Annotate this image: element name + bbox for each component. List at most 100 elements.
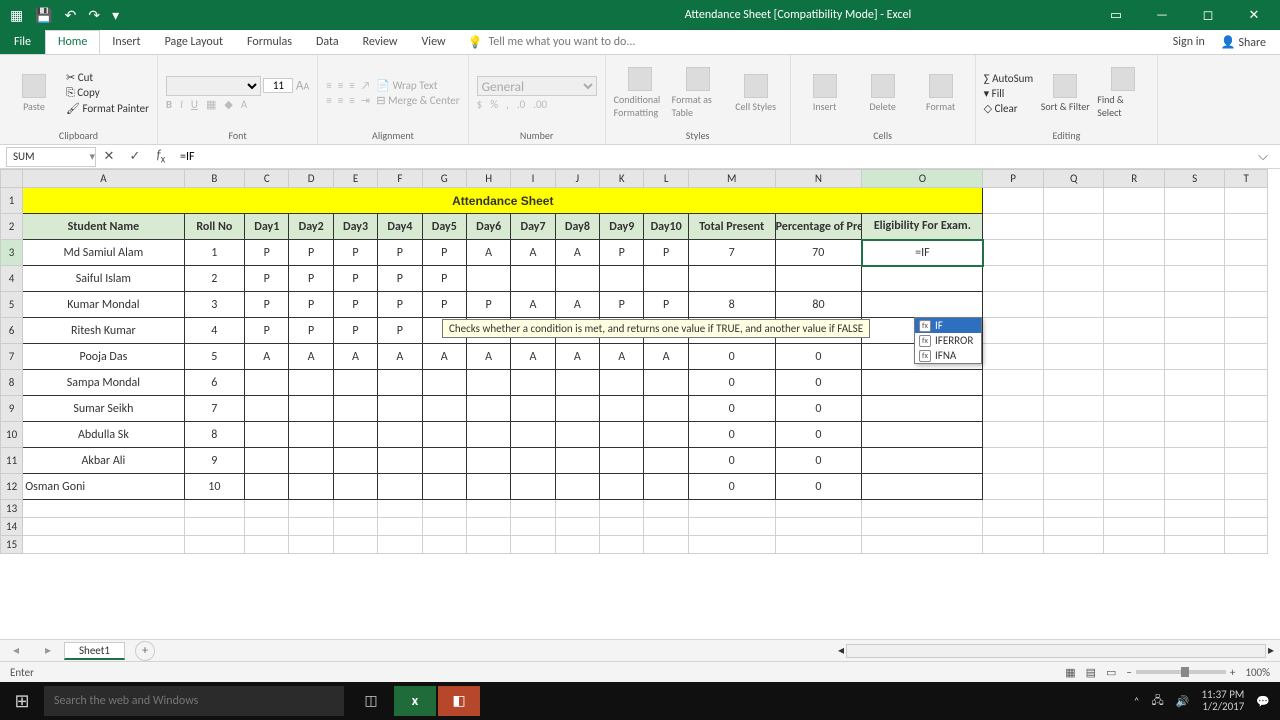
cell[interactable] [555, 266, 599, 292]
cell[interactable]: P [289, 318, 333, 344]
cell[interactable] [644, 422, 688, 448]
border-button[interactable]: ▦ [206, 98, 216, 111]
cell[interactable]: 8 [184, 422, 245, 448]
col-header-J[interactable]: J [555, 170, 599, 188]
cell[interactable] [378, 370, 422, 396]
cell[interactable] [644, 266, 688, 292]
cell[interactable] [466, 396, 510, 422]
font-size-input[interactable] [263, 78, 293, 93]
cell[interactable] [555, 448, 599, 474]
col-header-D[interactable]: D [289, 170, 333, 188]
comma-icon[interactable]: , [506, 98, 509, 111]
autosum-button[interactable]: ∑ AutoSum [984, 72, 1034, 85]
cell[interactable]: Pooja Das [23, 344, 184, 370]
table-header-cell[interactable]: Total Present [688, 214, 775, 240]
table-header-cell[interactable]: Percentage of Present [775, 214, 862, 240]
row-header-2[interactable]: 2 [1, 214, 23, 240]
cell[interactable]: P [245, 292, 289, 318]
cell[interactable]: P [289, 292, 333, 318]
row-header-1[interactable]: 1 [1, 188, 23, 214]
cell[interactable]: A [511, 240, 555, 266]
cell[interactable]: P [422, 240, 466, 266]
row-header-4[interactable]: 4 [1, 266, 23, 292]
cell[interactable]: 0 [775, 422, 862, 448]
cell[interactable]: A [466, 240, 510, 266]
view-normal-icon[interactable]: ▦ [1065, 666, 1075, 679]
cell[interactable]: 8 [688, 292, 775, 318]
cell[interactable] [422, 396, 466, 422]
format-as-table-button[interactable]: Format as Table [672, 67, 724, 119]
row-header-10[interactable]: 10 [1, 422, 23, 448]
table-header-cell[interactable]: Day10 [644, 214, 688, 240]
cell[interactable] [775, 266, 862, 292]
share-button[interactable]: 👤 Share [1221, 35, 1266, 50]
cell[interactable]: P [333, 266, 377, 292]
cell[interactable]: 10 [184, 474, 245, 500]
cell[interactable] [600, 396, 644, 422]
qat-undo-icon[interactable]: ↶ [65, 7, 77, 24]
suggest-item-IFNA[interactable]: fxIFNA [915, 348, 981, 363]
ribbon-display-icon[interactable]: ▭ [1096, 8, 1136, 23]
taskbar-excel-icon[interactable]: x [394, 686, 436, 716]
cell[interactable]: P [245, 240, 289, 266]
fill-color-button[interactable]: ◆ [224, 98, 232, 111]
cell[interactable]: P [644, 240, 688, 266]
font-color-button[interactable]: A [241, 98, 247, 111]
cell[interactable]: P [289, 240, 333, 266]
cell[interactable] [862, 266, 983, 292]
cell[interactable]: Sampa Mondal [23, 370, 184, 396]
cell[interactable]: P [333, 318, 377, 344]
cell[interactable] [555, 422, 599, 448]
new-sheet-button[interactable]: + [135, 641, 155, 661]
cell[interactable]: 0 [775, 474, 862, 500]
table-header-cell[interactable]: Day9 [600, 214, 644, 240]
cell-styles-button[interactable]: Cell Styles [730, 74, 782, 113]
suggest-item-IF[interactable]: fxIF [915, 318, 981, 333]
delete-cells-button[interactable]: Delete [857, 74, 909, 113]
col-header-T[interactable]: T [1225, 170, 1268, 188]
table-header-cell[interactable]: Day8 [555, 214, 599, 240]
cell[interactable] [422, 448, 466, 474]
sheet-nav-prev-icon[interactable]: ◂ [0, 643, 32, 658]
table-header-cell[interactable]: Day7 [511, 214, 555, 240]
cell[interactable] [644, 448, 688, 474]
cell[interactable] [862, 474, 983, 500]
row-header-13[interactable]: 13 [1, 500, 23, 518]
cell[interactable]: A [289, 344, 333, 370]
expand-formula-bar-icon[interactable]: ⌵ [1250, 149, 1276, 164]
cell[interactable]: P [422, 292, 466, 318]
cell[interactable] [555, 474, 599, 500]
table-header-cell[interactable]: Student Name [23, 214, 184, 240]
cell[interactable]: 1 [184, 240, 245, 266]
cell[interactable]: P [600, 292, 644, 318]
fill-button[interactable]: ▾ Fill [984, 87, 1034, 100]
formula-autosuggest[interactable]: fxIFfxIFERRORfxIFNA [914, 317, 982, 364]
notifications-icon[interactable]: 💬 [1256, 695, 1270, 708]
sheet-nav-next-icon[interactable]: ▸ [32, 643, 64, 658]
row-header-6[interactable]: 6 [1, 318, 23, 344]
hscroll-right-icon[interactable]: ▸ [1268, 643, 1274, 658]
align-middle-icon[interactable]: ≡ [338, 79, 343, 92]
cell[interactable]: 0 [775, 396, 862, 422]
qat-redo-icon[interactable]: ↷ [88, 7, 100, 24]
sign-in-link[interactable]: Sign in [1173, 35, 1205, 49]
cell[interactable] [600, 370, 644, 396]
tray-up-icon[interactable]: ˄ [1134, 695, 1140, 708]
tab-file[interactable]: File [0, 30, 45, 54]
sort-filter-button[interactable]: Sort & Filter [1039, 74, 1091, 113]
cell[interactable]: P [378, 318, 422, 344]
cell[interactable] [466, 370, 510, 396]
tell-me-input[interactable]: 💡Tell me what you want to do... [468, 30, 636, 54]
cell[interactable]: 7 [688, 240, 775, 266]
cell[interactable] [644, 396, 688, 422]
cell[interactable] [245, 422, 289, 448]
table-header-cell[interactable]: Day2 [289, 214, 333, 240]
cell[interactable] [862, 370, 983, 396]
table-header-cell[interactable]: Day4 [378, 214, 422, 240]
qat-customize-icon[interactable]: ▾ [112, 7, 119, 24]
zoom-out-icon[interactable]: − [1126, 666, 1131, 679]
col-header-M[interactable]: M [688, 170, 775, 188]
cell[interactable] [600, 266, 644, 292]
col-header-A[interactable]: A [23, 170, 184, 188]
view-page-layout-icon[interactable]: ▤ [1086, 666, 1096, 679]
